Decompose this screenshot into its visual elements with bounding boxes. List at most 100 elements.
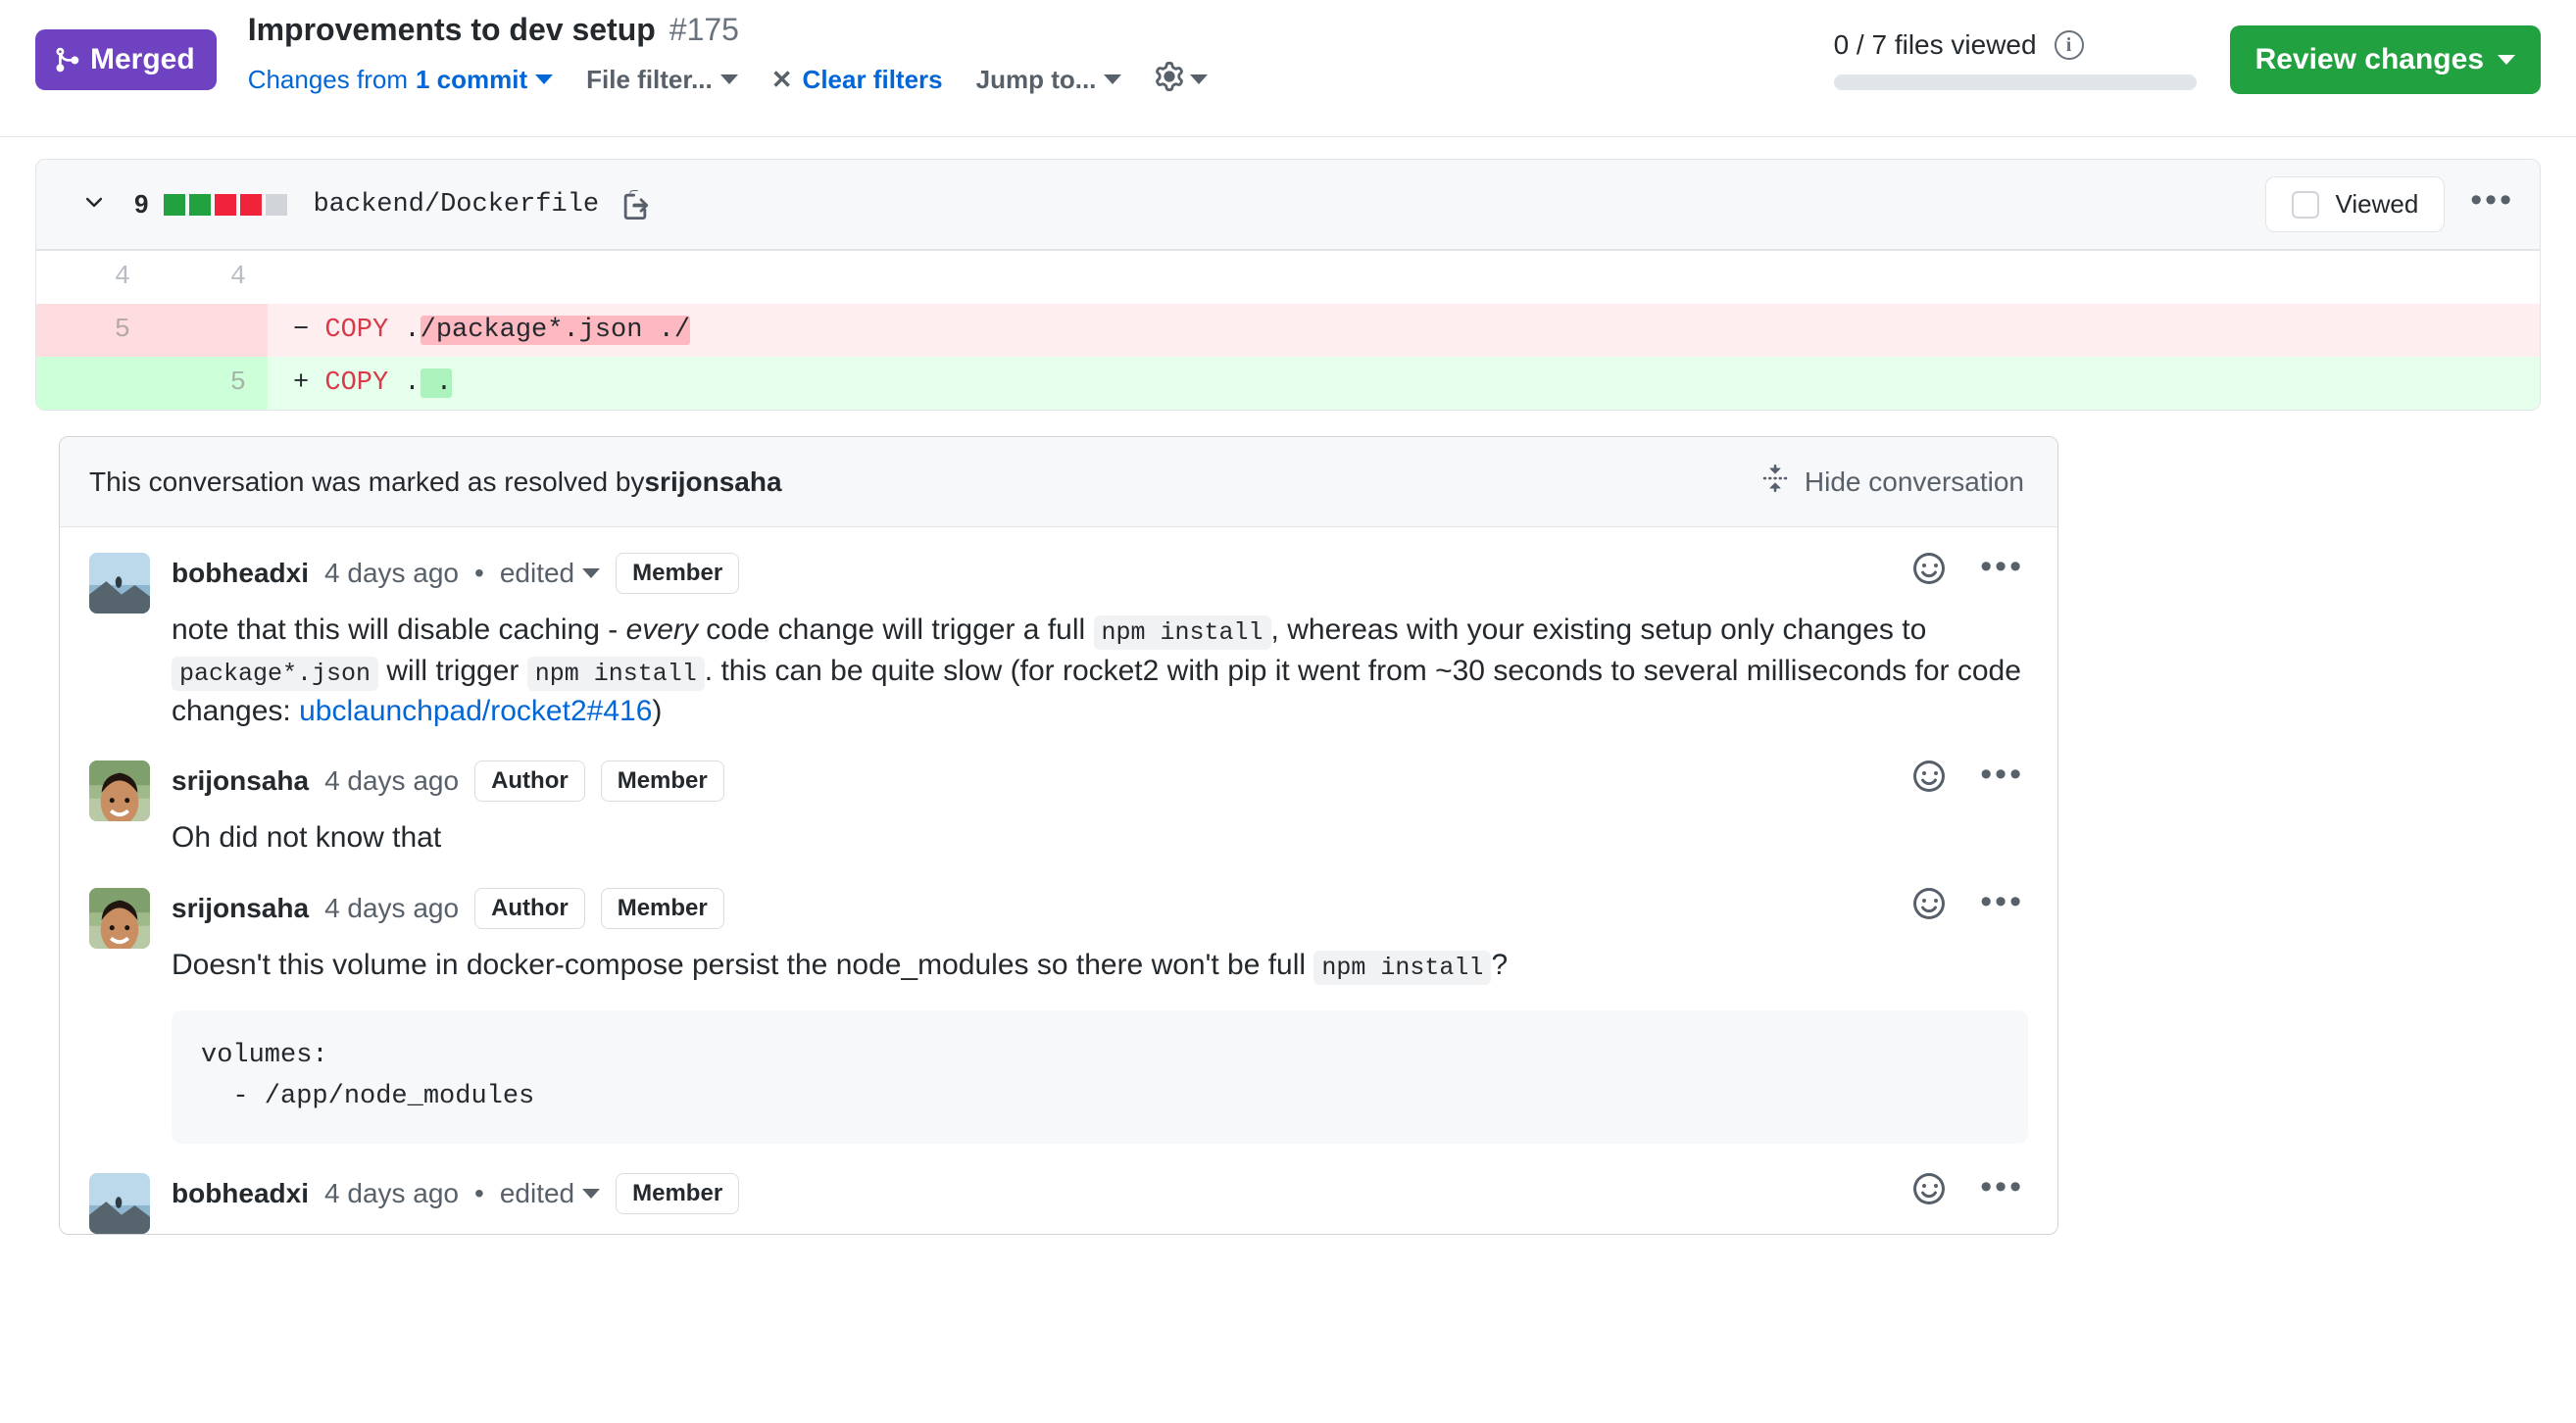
clear-filters-label: Clear filters <box>802 64 943 94</box>
role-badge-member[interactable]: Member <box>600 761 724 803</box>
review-changes-button[interactable]: Review changes <box>2229 25 2541 94</box>
comment-author[interactable]: srijonsaha <box>172 893 309 924</box>
role-badge-author[interactable]: Author <box>474 887 585 929</box>
comment-timestamp[interactable]: 4 days ago <box>324 893 459 924</box>
comment-timestamp[interactable]: 4 days ago <box>324 765 459 797</box>
text-run: will trigger <box>378 654 527 687</box>
hide-conversation-button[interactable]: Hide conversation <box>1761 465 2032 499</box>
changes-from-commits-count: 1 commit <box>416 64 528 94</box>
comment-header: srijonsaha 4 days ago Author Member <box>172 887 2028 929</box>
kebab-menu-icon[interactable]: ••• <box>1980 1170 2024 1203</box>
viewed-checkbox-button[interactable]: Viewed <box>2265 176 2446 232</box>
role-badge-member[interactable]: Member <box>600 887 724 929</box>
text-run: Oh did not know that <box>172 821 442 855</box>
file-header: 9 backend/Dockerfile Viewed ••• <box>36 160 2540 250</box>
comment: ••• bobheadxi 4 days ago • edited Member note … <box>60 527 2057 731</box>
collapse-file-chevron-down-icon[interactable] <box>81 188 107 221</box>
file-path[interactable]: backend/Dockerfile <box>313 190 599 220</box>
comment-actions: ••• <box>1913 1170 2024 1210</box>
pr-number: #175 <box>669 12 739 47</box>
resolved-by-user[interactable]: srijonsaha <box>644 466 781 498</box>
diffstat-block-neutral <box>266 193 288 216</box>
comment-separator-dot: • <box>474 558 484 588</box>
review-changes-label: Review changes <box>2254 43 2484 75</box>
inline-code: npm install <box>1313 950 1492 985</box>
smiley-icon[interactable] <box>1913 887 1946 925</box>
comment-edited-label: edited <box>499 1177 575 1208</box>
diff-row-context[interactable]: 44 <box>36 250 2540 304</box>
role-badge-member[interactable]: Member <box>616 553 740 594</box>
comment-author[interactable]: bobheadxi <box>172 1178 309 1209</box>
diff-row-addition[interactable]: 5 + COPY . . <box>36 357 2540 410</box>
avatar[interactable] <box>89 761 150 822</box>
comment-text: note that this will disable caching - ev… <box>172 610 2028 731</box>
header-middle: Improvements to dev setup #175 Changes f… <box>248 0 1209 97</box>
diff-settings-dropdown[interactable] <box>1155 62 1209 97</box>
comment-author[interactable]: bobheadxi <box>172 558 309 589</box>
diffstat-block-del <box>215 193 237 216</box>
diff-new-line-number[interactable]: 4 <box>152 251 268 304</box>
kebab-menu-icon[interactable]: ••• <box>1980 550 2024 583</box>
smiley-icon[interactable] <box>1913 553 1946 590</box>
issue-reference-link[interactable]: ubclaunchpad/rocket2#416 <box>299 695 652 727</box>
text-run: code change will trigger a full <box>697 613 1094 646</box>
comment-timestamp[interactable]: 4 days ago <box>324 558 459 589</box>
emphasis-text: every <box>625 613 698 646</box>
inline-code: npm install <box>526 656 705 691</box>
comment-timestamp[interactable]: 4 days ago <box>324 1178 459 1209</box>
text-run: ) <box>652 695 663 727</box>
jump-to-dropdown[interactable]: Jump to... <box>976 65 1122 95</box>
diff-code-cell[interactable]: + COPY . . <box>268 357 2540 410</box>
diff-new-line-number[interactable] <box>152 304 268 357</box>
diffstat-block-add <box>164 193 186 216</box>
text-run: ? <box>1491 948 1509 981</box>
text-run: Doesn't this volume in docker-compose pe… <box>172 948 1314 981</box>
diffstat-block-del <box>240 193 263 216</box>
diff-new-line-number[interactable]: 5 <box>152 357 268 410</box>
comment-body: srijonsaha 4 days ago Author Member Doesn't … <box>172 887 2028 1144</box>
comment-edited-dropdown[interactable]: edited <box>500 558 601 589</box>
kebab-menu-icon[interactable]: ••• <box>1980 885 2024 918</box>
avatar[interactable] <box>89 553 150 613</box>
diff-old-line-number[interactable]: 5 <box>36 304 152 357</box>
diff-old-line-number[interactable] <box>36 357 152 410</box>
smiley-icon[interactable] <box>1913 1172 1946 1210</box>
chevron-down-icon <box>719 74 738 84</box>
comment-author[interactable]: srijonsaha <box>172 765 309 797</box>
diff-code-plain: . <box>388 368 421 398</box>
comment-header: srijonsaha 4 days ago Author Member <box>172 761 2028 803</box>
clear-filters-button[interactable]: ✕ Clear filters <box>771 65 943 95</box>
comment-body: bobheadxi 4 days ago • edited Member <box>172 1172 2028 1234</box>
chevron-down-icon <box>1190 74 1209 84</box>
viewed-checkbox[interactable] <box>2292 190 2320 219</box>
comment-edited-dropdown[interactable]: edited <box>499 1177 601 1209</box>
resolved-text: This conversation was marked as resolved… <box>89 466 645 497</box>
status-badge: Merged <box>35 29 217 90</box>
page-title: Improvements to dev setup #175 <box>248 12 1209 48</box>
role-badge-member[interactable]: Member <box>616 1172 740 1214</box>
file-filter-label: File filter... <box>586 64 713 94</box>
comment-body: srijonsaha 4 days ago Author Member Oh did n… <box>172 761 2028 858</box>
files-viewed-progress-bar <box>1833 74 2197 90</box>
changes-from-commits-dropdown[interactable]: Changes from 1 commit <box>248 64 554 95</box>
info-icon[interactable]: i <box>2054 30 2084 60</box>
diff-code-cell[interactable]: − COPY ./package*.json ./ <box>268 304 2540 357</box>
fold-icon <box>1761 465 1789 499</box>
pr-title-text: Improvements to dev setup <box>247 12 656 47</box>
avatar[interactable] <box>89 1172 150 1234</box>
copy-path-icon[interactable] <box>620 189 650 220</box>
role-badge-author[interactable]: Author <box>474 761 585 803</box>
file-options-kebab-menu-icon[interactable]: ••• <box>2470 183 2514 217</box>
kebab-menu-icon[interactable]: ••• <box>1980 758 2024 791</box>
diff-row-deletion[interactable]: 5 − COPY ./package*.json ./ <box>36 304 2540 357</box>
diff-code-cell[interactable] <box>268 251 2540 304</box>
smiley-icon[interactable] <box>1913 761 1946 798</box>
files-viewed-progress: 0 / 7 files viewed i <box>1833 25 2197 90</box>
comment-body: bobheadxi 4 days ago • edited Member note tha… <box>172 553 2028 731</box>
avatar[interactable] <box>89 887 150 949</box>
git-merge-icon <box>53 46 80 74</box>
chevron-down-icon <box>1104 74 1122 84</box>
diff-word-highlight: /package*.json ./ <box>420 316 691 345</box>
file-filter-dropdown[interactable]: File filter... <box>586 65 738 95</box>
diff-old-line-number[interactable]: 4 <box>36 251 152 304</box>
